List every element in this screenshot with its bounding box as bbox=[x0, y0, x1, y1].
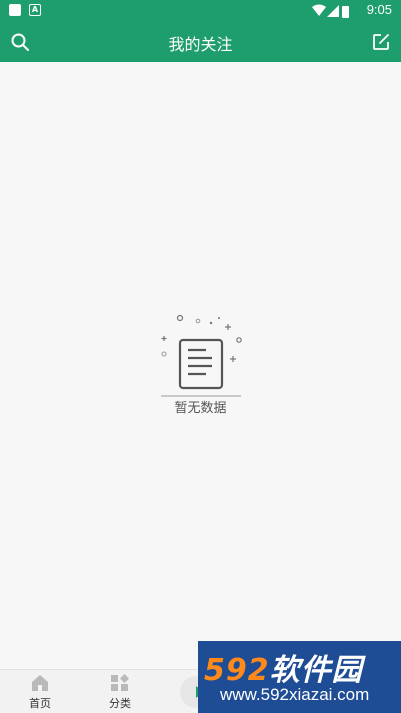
home-icon bbox=[32, 675, 48, 691]
status-icons bbox=[312, 4, 349, 18]
battery-icon bbox=[342, 6, 349, 18]
nav-label-home: 首页 bbox=[29, 697, 51, 710]
empty-state-text: 暂无数据 bbox=[174, 401, 227, 416]
watermark-logo: 592软件园 bbox=[204, 653, 363, 688]
app-bar: 我的关注 bbox=[0, 22, 401, 62]
nav-label-category: 分类 bbox=[109, 697, 131, 710]
status-time: 9:05 bbox=[366, 2, 392, 17]
status-bar: A 9:05 bbox=[0, 0, 401, 22]
watermark-url: www.592xiazai.com bbox=[220, 685, 370, 704]
content-area: 暂无数据 bbox=[0, 62, 401, 669]
grid-icon bbox=[111, 674, 129, 691]
app-notification-icon: A bbox=[29, 4, 41, 16]
page-title: 我的关注 bbox=[168, 35, 233, 54]
notification-icon bbox=[9, 4, 21, 16]
signal-icon bbox=[327, 5, 339, 17]
edit-icon[interactable] bbox=[369, 30, 393, 54]
nav-item-category[interactable]: 分类 bbox=[90, 672, 150, 711]
watermark: 592软件园 www.592xiazai.com bbox=[198, 641, 401, 713]
nav-item-home[interactable]: 首页 bbox=[10, 672, 70, 711]
wifi-icon bbox=[312, 4, 326, 16]
